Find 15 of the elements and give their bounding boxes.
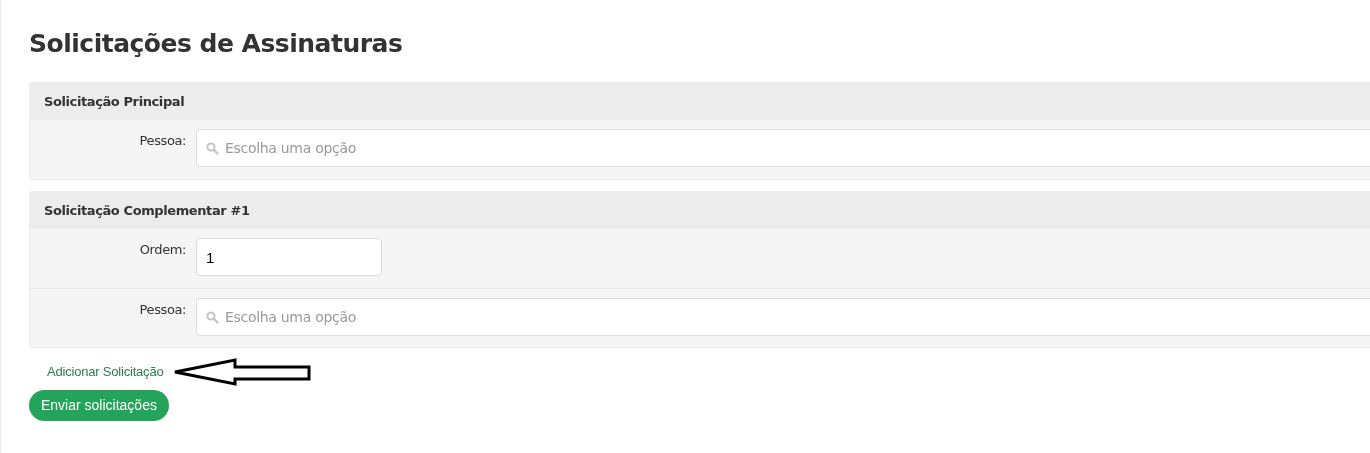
search-field[interactable]: Escolha uma opção — [225, 306, 1370, 328]
person-select[interactable]: Escolha uma opção — [196, 129, 1370, 167]
field-label: Pessoa: — [138, 301, 187, 319]
add-request-link[interactable]: Adicionar Solicitação — [47, 362, 164, 382]
search-icon — [206, 310, 219, 324]
order-input[interactable]: 1 — [196, 238, 382, 276]
submit-button[interactable]: Enviar solicitações — [29, 390, 169, 421]
search-field[interactable]: Escolha uma opção — [225, 137, 1370, 159]
person-select[interactable]: Escolha uma opção — [196, 298, 1370, 336]
field-label: Pessoa: — [138, 132, 187, 150]
search-icon — [206, 141, 219, 155]
panel-title: Solicitação Complementar #1 — [44, 201, 250, 220]
panel-title: Solicitação Principal — [44, 92, 185, 111]
page-title: Solicitações de Assinaturas — [29, 28, 404, 60]
field-label: Ordem: — [138, 241, 187, 259]
